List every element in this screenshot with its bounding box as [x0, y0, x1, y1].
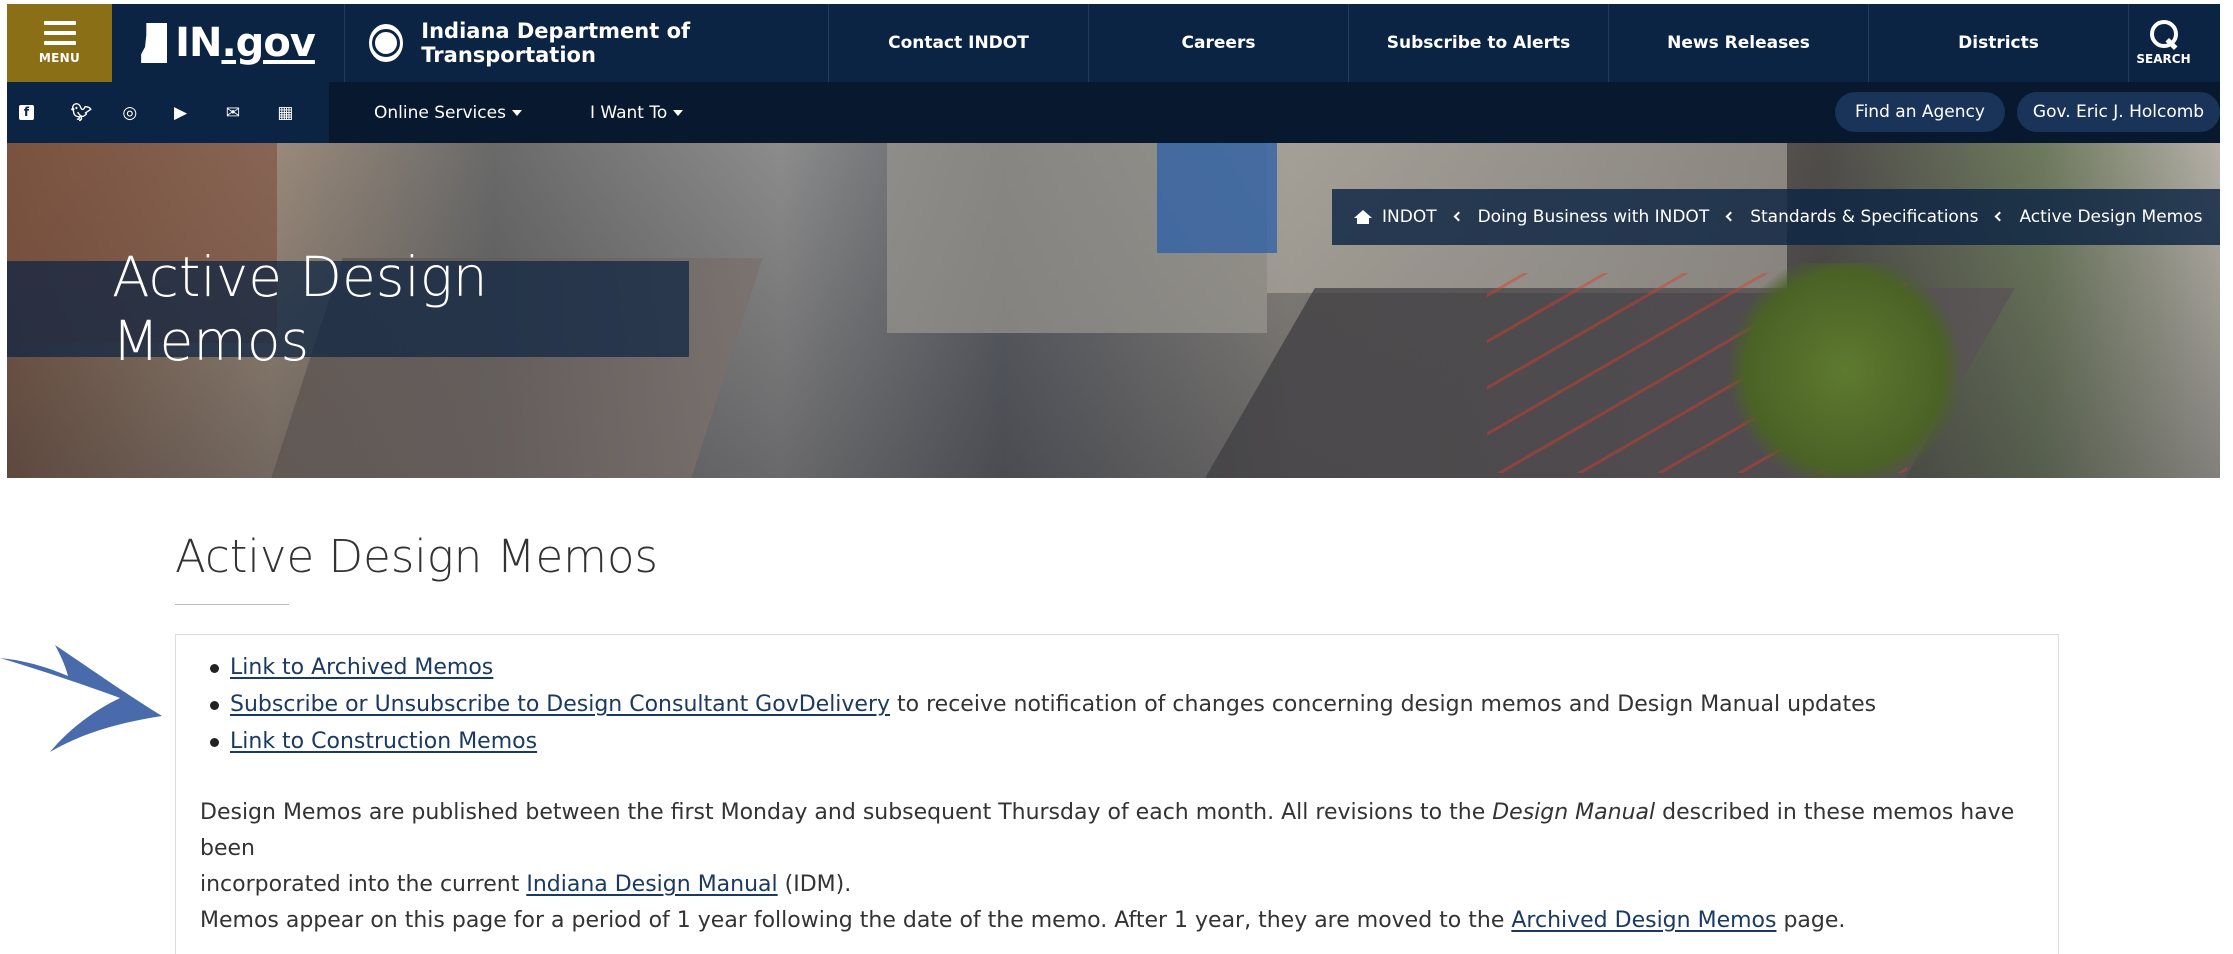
chevron-left-icon [1453, 211, 1464, 221]
department-link[interactable]: Indiana Department of Transportation [344, 4, 828, 82]
links-list: Link to Archived Memos Subscribe or Unsu… [208, 649, 1876, 760]
design-manual-italic: Design Manual [1492, 800, 1656, 825]
breadcrumb-doing-business[interactable]: Doing Business with INDOT [1478, 207, 1710, 227]
search-label: SEARCH [2136, 52, 2191, 66]
online-services-dropdown[interactable]: Online Services [374, 103, 522, 123]
nav-contact-indot[interactable]: Contact INDOT [828, 4, 1088, 82]
in-gov-logo[interactable]: IN .gov [112, 4, 344, 82]
nav-news-releases[interactable]: News Releases [1608, 4, 1868, 82]
page-title: Active Design Memos [175, 530, 658, 583]
logo-suffix: .gov [221, 20, 315, 66]
indiana-design-manual-link[interactable]: Indiana Design Manual [526, 872, 777, 897]
para1-text: Design Memos are published between the f… [200, 800, 1493, 825]
logo-text: IN [175, 20, 222, 66]
nav-subscribe-alerts[interactable]: Subscribe to Alerts [1348, 4, 1608, 82]
instagram-icon[interactable]: ◎ [122, 103, 174, 123]
department-name: Indiana Department of Transportation [421, 19, 691, 67]
home-icon[interactable] [1354, 210, 1372, 224]
top-nav-bar: MENU IN .gov Indiana Department of Transp… [7, 4, 2220, 82]
menu-button[interactable]: MENU [7, 4, 112, 82]
nav-careers[interactable]: Careers [1088, 4, 1348, 82]
archived-memos-link[interactable]: Link to Archived Memos [230, 655, 493, 680]
find-agency-button[interactable]: Find an Agency [1835, 92, 2005, 132]
twitter-icon[interactable]: 🐦︎ [71, 103, 123, 123]
list-item: Link to Archived Memos [208, 649, 1876, 686]
indiana-state-icon [141, 23, 168, 63]
list-item: Link to Construction Memos [208, 723, 1876, 760]
breadcrumb-standards[interactable]: Standards & Specifications [1750, 207, 1978, 227]
youtube-icon[interactable]: ▶ [174, 103, 226, 123]
caret-down-icon [511, 109, 522, 116]
title-divider [175, 604, 289, 605]
search-button[interactable]: SEARCH [2128, 4, 2198, 82]
content-panel: Link to Archived Memos Subscribe or Unsu… [175, 634, 2059, 954]
chevron-left-icon [1995, 211, 2005, 221]
construction-memos-link[interactable]: Link to Construction Memos [230, 729, 537, 754]
para2-text: Memos appear on this page for a period o… [200, 908, 1512, 933]
breadcrumb: INDOT Doing Business with INDOT Standard… [1332, 189, 2220, 245]
breadcrumb-current: Active Design Memos [2019, 207, 2203, 227]
para1-line2: incorporated into the current [200, 872, 527, 897]
para1-end: (IDM). [777, 872, 852, 897]
hero-banner: Active Design Memos INDOT Doing Business… [7, 143, 2220, 478]
nav-districts[interactable]: Districts [1868, 4, 2128, 82]
i-want-to-dropdown[interactable]: I Want To [589, 102, 684, 123]
online-services-label: Online Services [374, 102, 506, 123]
para2-end: page. [1776, 908, 1846, 933]
menu-label: MENU [38, 51, 81, 65]
archived-design-memos-link[interactable]: Archived Design Memos [1511, 908, 1776, 933]
hamburger-icon [43, 21, 76, 45]
state-seal-icon [369, 24, 404, 62]
publication-paragraph: Design Memos are published between the f… [200, 795, 2030, 903]
i-want-to-label: I Want To [589, 102, 668, 123]
calendar-icon[interactable]: ▦ [277, 103, 329, 123]
list-item: Subscribe or Unsubscribe to Design Consu… [208, 686, 1876, 723]
breadcrumb-indot[interactable]: INDOT [1382, 207, 1437, 227]
hero-title: Active Design Memos [7, 245, 689, 373]
email-icon[interactable]: ✉ [226, 103, 278, 123]
subscribe-description: to receive notification of changes conce… [890, 692, 1877, 717]
caret-down-icon [673, 109, 684, 116]
retention-paragraph: Memos appear on this page for a period o… [200, 903, 2030, 939]
annotation-arrow-icon [0, 645, 162, 752]
facebook-icon[interactable]: f [19, 105, 71, 120]
govdelivery-subscribe-link[interactable]: Subscribe or Unsubscribe to Design Consu… [230, 692, 890, 717]
search-icon [2149, 20, 2178, 48]
social-links: f 🐦︎ ◎ ▶ ✉ ▦ [7, 82, 329, 143]
utility-bar: f 🐦︎ ◎ ▶ ✉ ▦ Online Services I Want To F… [7, 82, 2220, 143]
governor-button[interactable]: Gov. Eric J. Holcomb [2017, 92, 2220, 132]
chevron-left-icon [1725, 211, 1736, 221]
